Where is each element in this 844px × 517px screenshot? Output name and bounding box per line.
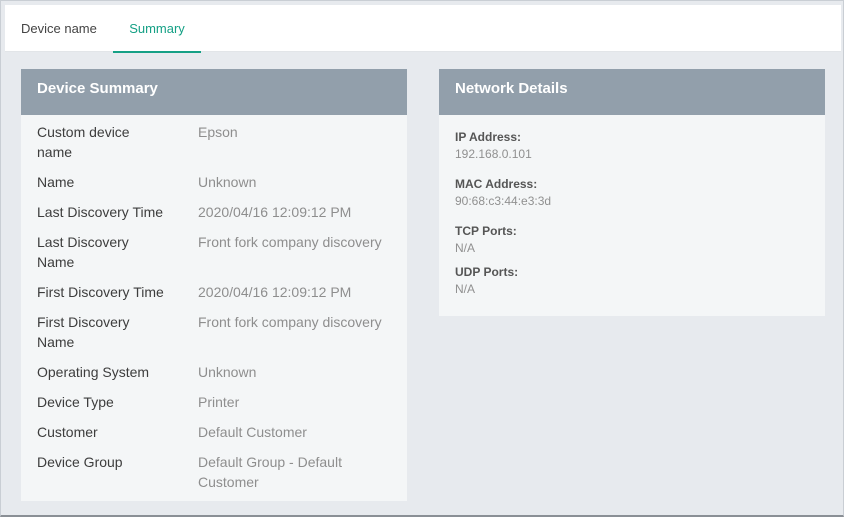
network-details-panel: Network Details IP Address: 192.168.0.10… [439,69,825,316]
network-item-value: N/A [455,282,476,296]
summary-row-last-discovery-name: Last Discovery Name Front fork company d… [21,232,407,272]
network-details-title: Network Details [439,69,825,115]
device-summary-rows: Custom device name Epson Name Unknown La… [21,115,407,492]
row-value: Printer [198,394,240,410]
summary-row-first-discovery-time: First Discovery Time 2020/04/16 12:09:12… [21,282,407,302]
row-label: Last Discovery Time [37,204,164,220]
row-label: First Discovery Name [37,314,130,350]
device-summary-panel: Device Summary Custom device name Epson … [21,69,407,501]
network-item-value: 90:68:c3:44:e3:3d [455,194,552,208]
network-item-tcp-ports: TCP Ports: N/A [455,223,809,257]
network-details-list: IP Address: 192.168.0.101 MAC Address: 9… [439,115,825,298]
tab-device-name[interactable]: Device name [21,5,97,52]
network-item-label: TCP Ports: [455,224,517,238]
summary-row-device-type: Device Type Printer [21,392,407,412]
row-value: 2020/04/16 12:09:12 PM [198,204,352,220]
row-label: Device Group [37,454,123,470]
network-item-value: 192.168.0.101 [455,147,532,161]
summary-row-device-group: Device Group Default Group - Default Cus… [21,452,407,492]
summary-row-name: Name Unknown [21,172,407,192]
row-value: Front fork company discovery [198,314,382,330]
network-item-udp-ports: UDP Ports: N/A [455,264,809,298]
network-item-label: UDP Ports: [455,265,519,279]
summary-row-last-discovery-time: Last Discovery Time 2020/04/16 12:09:12 … [21,202,407,222]
row-label: Custom device name [37,124,130,160]
summary-row-custom-device-name: Custom device name Epson [21,122,407,162]
device-summary-title: Device Summary [21,69,407,115]
tab-summary[interactable]: Summary [113,5,201,53]
row-label: Device Type [37,394,114,410]
row-value: Epson [198,124,238,140]
row-value: Unknown [198,174,257,190]
network-item-value: N/A [455,241,476,255]
network-item-label: IP Address: [455,130,522,144]
network-item-label: MAC Address: [455,177,538,191]
row-label: Customer [37,424,98,440]
row-value: 2020/04/16 12:09:12 PM [198,284,352,300]
network-item-mac: MAC Address: 90:68:c3:44:e3:3d [455,176,809,210]
row-label: Name [37,174,75,190]
row-value: Default Group - Default Customer [198,454,342,490]
summary-row-customer: Customer Default Customer [21,422,407,442]
summary-row-operating-system: Operating System Unknown [21,362,407,382]
row-value: Unknown [198,364,257,380]
network-item-ip: IP Address: 192.168.0.101 [455,129,809,163]
row-value: Default Customer [198,424,307,440]
row-label: First Discovery Time [37,284,164,300]
row-value: Front fork company discovery [198,234,382,250]
row-label: Operating System [37,364,150,380]
row-label: Last Discovery Name [37,234,129,270]
summary-row-first-discovery-name: First Discovery Name Front fork company … [21,312,407,352]
tab-bar: Device name Summary [5,5,841,53]
